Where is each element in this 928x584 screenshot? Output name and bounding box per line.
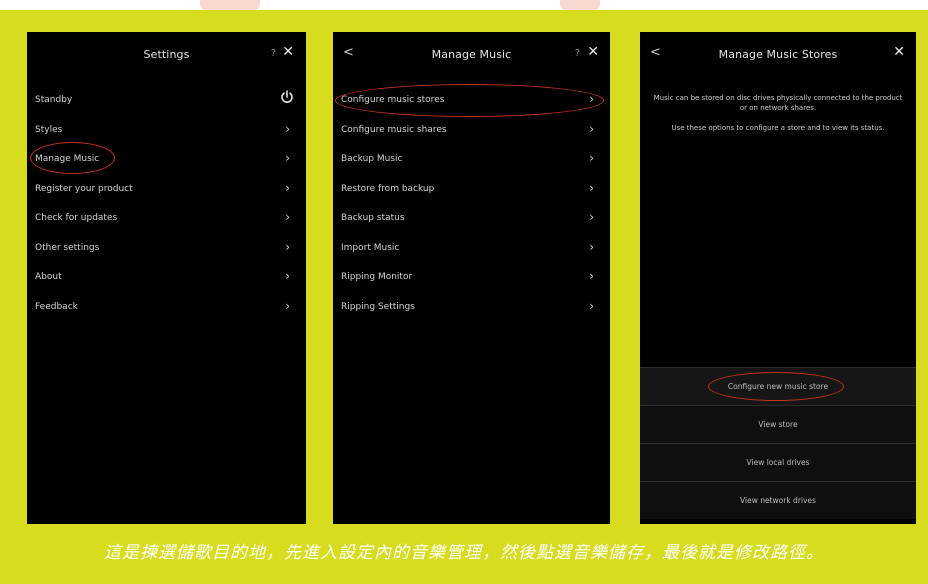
menu-item-label: Manage Music bbox=[35, 154, 100, 164]
manage-music-screen: < Manage Music ? ✕ Configure music store… bbox=[333, 32, 610, 524]
view-local-drives-button[interactable]: View local drives bbox=[640, 443, 916, 481]
caption-text: 這是揀選儲歌目的地，先進入設定內的音樂管理，然後點選音樂儲存，最後就是修改路徑。 bbox=[104, 543, 824, 563]
menu-item-feedback[interactable]: Feedback › bbox=[27, 293, 306, 323]
menu-item-label: Backup Music bbox=[341, 154, 403, 164]
manage-music-menu: Configure music stores › Configure music… bbox=[333, 86, 610, 322]
chevron-right-icon: › bbox=[589, 210, 594, 224]
menu-item-standby[interactable]: Standby bbox=[27, 86, 306, 116]
close-icon[interactable]: ✕ bbox=[587, 44, 599, 60]
chevron-right-icon: › bbox=[589, 151, 594, 165]
menu-item-label: Check for updates bbox=[35, 213, 118, 223]
view-network-drives-button[interactable]: View network drives bbox=[640, 481, 916, 519]
chevron-right-icon: › bbox=[589, 298, 594, 313]
menu-item-label: Standby bbox=[35, 95, 73, 105]
settings-header: Settings ? ✕ bbox=[27, 32, 306, 76]
menu-item-register-product[interactable]: Register your product › bbox=[27, 175, 306, 205]
chevron-right-icon: › bbox=[285, 269, 290, 283]
menu-item-configure-music-shares[interactable]: Configure music shares › bbox=[333, 116, 610, 146]
chevron-right-icon: › bbox=[589, 269, 594, 283]
menu-item-label: Other settings bbox=[35, 242, 100, 253]
chevron-right-icon: › bbox=[285, 298, 290, 313]
menu-item-configure-music-stores[interactable]: Configure music stores › bbox=[333, 86, 610, 116]
menu-item-import-music[interactable]: Import Music › bbox=[333, 234, 610, 264]
menu-item-ripping-monitor[interactable]: Ripping Monitor › bbox=[333, 263, 610, 293]
description-text: Use these options to configure a store a… bbox=[671, 124, 885, 132]
chevron-right-icon: › bbox=[589, 121, 594, 136]
menu-item-label: Configure music shares bbox=[341, 124, 447, 135]
menu-item-manage-music[interactable]: Manage Music › bbox=[27, 145, 306, 175]
help-icon[interactable]: ? bbox=[271, 48, 276, 59]
close-icon[interactable]: ✕ bbox=[282, 44, 294, 60]
menu-item-restore-backup[interactable]: Restore from backup › bbox=[333, 175, 610, 205]
menu-item-label: Backup status bbox=[341, 213, 405, 223]
menu-item-label: Restore from backup bbox=[341, 183, 435, 194]
page-title: Settings bbox=[143, 48, 190, 61]
settings-screen: Settings ? ✕ Standby Styles › Manage Mus… bbox=[27, 32, 306, 524]
stores-actions: Configure new music store View store Vie… bbox=[640, 367, 916, 519]
chevron-right-icon: › bbox=[589, 92, 594, 106]
chevron-right-icon: › bbox=[285, 210, 290, 224]
power-icon bbox=[281, 90, 293, 103]
chevron-right-icon: › bbox=[285, 121, 290, 136]
menu-item-backup-music[interactable]: Backup Music › bbox=[333, 145, 610, 175]
top-banner bbox=[0, 0, 928, 10]
chevron-right-icon: › bbox=[285, 151, 290, 165]
help-icon[interactable]: ? bbox=[575, 48, 580, 59]
menu-item-other-settings[interactable]: Other settings › bbox=[27, 234, 306, 264]
menu-item-label: Feedback bbox=[35, 301, 78, 312]
manage-music-header: < Manage Music ? ✕ bbox=[333, 32, 610, 76]
menu-item-label: Styles bbox=[35, 124, 63, 135]
page-title: Manage Music bbox=[431, 48, 512, 61]
configure-new-store-button[interactable]: Configure new music store bbox=[640, 367, 916, 405]
stores-description: Music can be stored on disc drives physi… bbox=[650, 93, 906, 143]
description-text: Music can be stored on disc drives physi… bbox=[653, 94, 903, 112]
chevron-right-icon: › bbox=[285, 180, 290, 195]
menu-item-label: Configure music stores bbox=[341, 95, 445, 105]
banner-decoration bbox=[200, 0, 260, 10]
manage-music-stores-screen: < Manage Music Stores ✕ Music can be sto… bbox=[640, 32, 916, 524]
menu-item-styles[interactable]: Styles › bbox=[27, 116, 306, 146]
page-title: Manage Music Stores bbox=[718, 48, 838, 61]
menu-item-label: Import Music bbox=[341, 242, 400, 253]
menu-item-label: About bbox=[35, 272, 62, 282]
manage-stores-header: < Manage Music Stores ✕ bbox=[640, 32, 916, 76]
menu-item-check-updates[interactable]: Check for updates › bbox=[27, 204, 306, 234]
menu-item-backup-status[interactable]: Backup status › bbox=[333, 204, 610, 234]
menu-item-label: Ripping Monitor bbox=[341, 272, 413, 282]
menu-item-label: Register your product bbox=[35, 183, 133, 194]
view-store-button[interactable]: View store bbox=[640, 405, 916, 443]
menu-item-ripping-settings[interactable]: Ripping Settings › bbox=[333, 293, 610, 323]
chevron-right-icon: › bbox=[589, 180, 594, 195]
menu-item-label: Ripping Settings bbox=[341, 301, 415, 312]
settings-menu: Standby Styles › Manage Music › Register… bbox=[27, 86, 306, 322]
close-icon[interactable]: ✕ bbox=[893, 44, 905, 60]
banner-decoration bbox=[560, 0, 600, 10]
chevron-right-icon: › bbox=[589, 239, 594, 254]
chevron-right-icon: › bbox=[285, 239, 290, 254]
menu-item-about[interactable]: About › bbox=[27, 263, 306, 293]
